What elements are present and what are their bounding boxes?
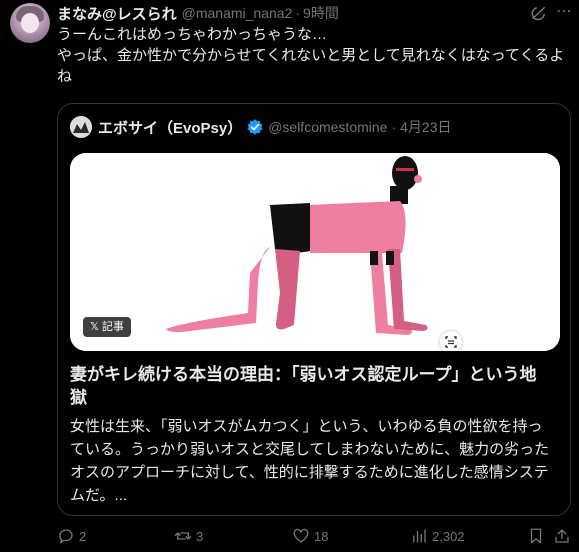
article-title[interactable]: 妻がキレ続ける本当の理由：「弱いオス認定ループ」という地 獄	[70, 363, 560, 409]
heart-icon	[293, 528, 309, 543]
user-handle[interactable]: @manami_nana2	[182, 5, 293, 21]
scan-icon[interactable]	[440, 331, 462, 351]
quoted-display-name[interactable]: エボサイ（EvoPsy）	[98, 117, 242, 138]
separator-dot: ·	[295, 5, 301, 21]
action-bar: 2 3 18 2,302	[57, 526, 571, 546]
article-title-line: 獄	[70, 388, 87, 407]
share-icon	[555, 529, 569, 543]
retweet-icon	[174, 532, 192, 540]
retweet-button[interactable]: 3	[174, 526, 203, 546]
share-button[interactable]	[553, 526, 575, 546]
quoted-tweet[interactable]: エボサイ（EvoPsy） @selfcomestomine · 4月23日 𝕏 …	[57, 103, 571, 516]
avatar-face	[21, 13, 39, 33]
like-count: 18	[314, 528, 329, 544]
bookmark-button[interactable]	[527, 526, 549, 546]
like-button[interactable]: 18	[292, 526, 328, 546]
separator-dot: ·	[391, 119, 397, 135]
views-button[interactable]: 2,302	[410, 526, 465, 546]
quoted-date[interactable]: 4月23日	[400, 117, 451, 137]
article-excerpt: 女性は生来、「弱いオスがムカつく」という、いわゆる負の性欲を持っ ている。うっか…	[70, 415, 560, 507]
article-image[interactable]: 𝕏 記事	[70, 153, 560, 351]
tweet-header: まなみ@レスられ @manami_nana2 · 9時間	[57, 3, 339, 23]
tweet-text-line: やっぱ、金か性かで分からせてくれないと男として見れなくはなってくるよ	[57, 47, 565, 64]
article-excerpt-line: ている。うっかり弱いオスと交尾してしまわないために、魅力の劣った	[70, 441, 550, 458]
grok-icon[interactable]	[530, 4, 548, 22]
verified-badge-icon	[247, 119, 263, 135]
view-count: 2,302	[432, 528, 465, 544]
article-badge: 𝕏 記事	[83, 317, 131, 337]
display-name[interactable]: まなみ@レスられ	[57, 3, 177, 24]
views-icon	[413, 529, 426, 543]
article-title-line: 妻がキレ続ける本当の理由：「弱いオス認定ループ」という地	[70, 365, 537, 384]
reply-icon	[59, 529, 73, 544]
article-illustration	[70, 153, 560, 351]
article-excerpt-line: 女性は生来、「弱いオスがムカつく」という、いわゆる負の性欲を持っ	[70, 418, 543, 435]
quoted-avatar[interactable]	[70, 116, 92, 138]
reply-count: 2	[79, 528, 87, 544]
more-icon[interactable]: ⋯	[555, 3, 573, 21]
bookmark-icon	[530, 528, 542, 544]
retweet-count: 3	[196, 528, 204, 544]
quoted-handle[interactable]: @selfcomestomine	[268, 119, 387, 135]
article-excerpt-line: オスのアプローチに対して、性的に排撃するために進化した感情システ	[70, 464, 549, 481]
tweet-text: うーんこれはめっちゃわかっちゃうな… やっぱ、金か性かで分からせてくれないと男と…	[57, 24, 567, 87]
quoted-header: エボサイ（EvoPsy） @selfcomestomine · 4月23日	[70, 116, 452, 138]
tweet-time[interactable]: 9時間	[303, 3, 339, 23]
tweet-text-line: ね	[57, 68, 73, 85]
user-avatar[interactable]	[10, 3, 50, 43]
reply-button[interactable]: 2	[57, 526, 86, 546]
article-excerpt-line: ムだ。...	[70, 487, 128, 504]
tweet-text-line: うーんこれはめっちゃわかっちゃうな…	[57, 26, 328, 43]
